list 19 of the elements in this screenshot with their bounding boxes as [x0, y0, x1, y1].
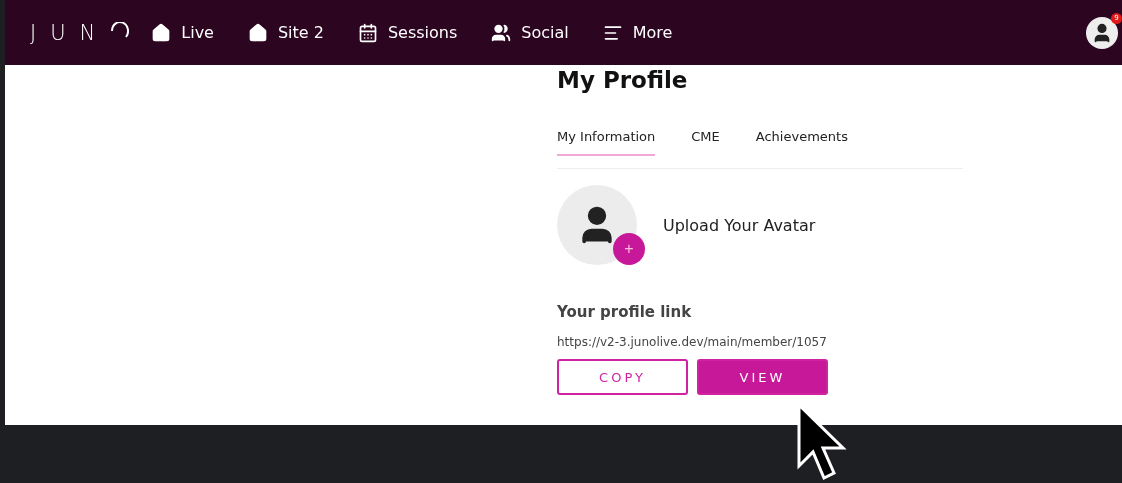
calendar-icon: [357, 22, 378, 43]
nav-item[interactable]: More: [602, 22, 673, 43]
users-icon: [491, 22, 512, 43]
home-icon: [247, 22, 268, 43]
upload-avatar-label: Upload Your Avatar: [663, 215, 816, 235]
copy-button[interactable]: COPY: [557, 359, 688, 395]
profile-url: https://v2-3.junolive.dev/main/member/1057: [557, 335, 828, 349]
tab[interactable]: Achievements: [755, 129, 848, 156]
page-title: My Profile: [557, 67, 689, 93]
nav-item[interactable]: Social: [491, 22, 569, 43]
home-icon: [151, 22, 172, 43]
nav-item[interactable]: Sessions: [357, 22, 458, 43]
nav-item[interactable]: Site 2: [247, 22, 324, 43]
tab[interactable]: CME: [691, 129, 720, 156]
tab[interactable]: My Information: [557, 129, 656, 156]
view-button[interactable]: VIEW: [697, 359, 828, 395]
logo-text[interactable]: JUN: [30, 20, 110, 45]
nav-item[interactable]: Live: [151, 22, 214, 43]
section-heading: Your profile link: [557, 303, 693, 321]
